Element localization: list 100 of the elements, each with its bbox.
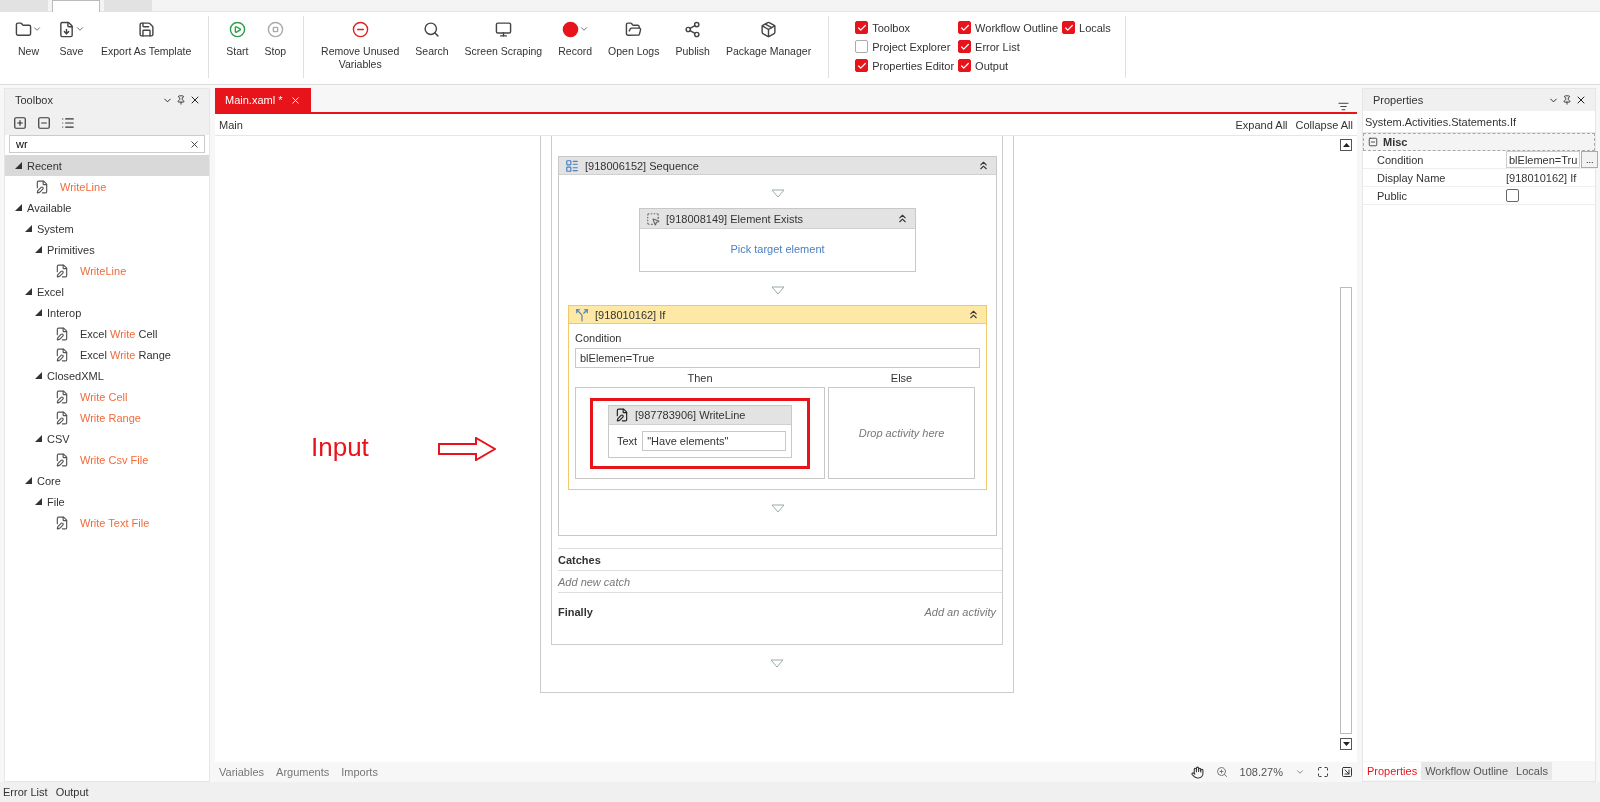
checkbox[interactable] [958, 40, 972, 53]
checkbox[interactable] [1506, 189, 1519, 202]
tree-category[interactable]: Interop [5, 302, 209, 323]
activity-card[interactable]: [918008149] Element Exists Pick target element [639, 208, 916, 272]
expand-triangle-icon[interactable] [35, 309, 42, 316]
expand-triangle-icon[interactable] [25, 225, 32, 232]
text-field[interactable]: "Have elements" [642, 430, 786, 451]
close-icon[interactable] [189, 94, 201, 106]
designer-bottom-tab[interactable]: Arguments [276, 766, 330, 778]
panel-checkbox[interactable]: Project Explorer [855, 37, 955, 56]
ribbon-button[interactable]: Package Manager [718, 16, 819, 62]
collapse-icon[interactable] [977, 159, 990, 172]
panel-checkbox[interactable]: Locals [1062, 18, 1111, 37]
expand-triangle-icon[interactable] [35, 435, 42, 442]
tree-category[interactable]: Excel [5, 281, 209, 302]
condition-field[interactable]: blElemen=True [575, 348, 980, 368]
expand-triangle-icon[interactable] [15, 204, 22, 211]
breadcrumb[interactable]: Main [219, 118, 1228, 131]
writeline-card[interactable]: [987783906] WriteLine Text "Have elements" [608, 404, 792, 458]
tree-activity[interactable]: Excel Write Range [5, 344, 209, 365]
download-icon [58, 20, 75, 38]
zoom-level[interactable]: 108.27% [1239, 766, 1283, 778]
ribbon-button[interactable]: Export As Template [94, 16, 199, 62]
panel-checkbox[interactable]: Properties Editor [855, 56, 955, 75]
tree-activity[interactable]: Excel Write Cell [5, 323, 209, 344]
tree-category[interactable]: ClosedXML [5, 365, 209, 386]
if-card[interactable]: [918010162] If Condition blElemen=True Then Else [987783906] WriteLine Text "Have elements" Drop activity here [568, 305, 987, 490]
pin-icon[interactable] [1562, 95, 1572, 105]
collapse-icon[interactable] [896, 212, 909, 225]
panel-checkbox[interactable]: Error List [958, 37, 1058, 56]
tree-category[interactable]: File [5, 491, 209, 512]
ribbon-button[interactable]: Publish [668, 16, 717, 62]
designer-bottom-tab[interactable]: Variables [219, 766, 265, 778]
expand-triangle-icon[interactable] [35, 246, 42, 253]
panel-checkbox[interactable]: Toolbox [855, 18, 955, 37]
ribbon-button[interactable]: Save [51, 16, 92, 62]
expand-triangle-icon[interactable] [25, 288, 32, 295]
tree-category[interactable]: Primitives [5, 239, 209, 260]
panel-tab[interactable]: Workflow Outline [1421, 762, 1513, 780]
ribbon-button[interactable]: Start [219, 16, 256, 62]
hand-icon[interactable] [1190, 765, 1204, 779]
panel-checkbox[interactable]: Workflow Outline [958, 18, 1058, 37]
expand-triangle-icon[interactable] [25, 477, 32, 484]
status-tab[interactable]: Error List [3, 786, 48, 798]
add-catch-link[interactable]: Add new catch [558, 575, 631, 588]
ellipsis-button[interactable]: ... [1581, 151, 1599, 168]
expand-all-icon[interactable] [13, 116, 27, 130]
scroll-down-button[interactable] [1340, 738, 1352, 750]
activity-title: [987783906] WriteLine [635, 408, 746, 421]
ribbon-button[interactable]: Remove Unused Variables [314, 16, 407, 75]
designer-bottom-tab[interactable]: Imports [341, 766, 378, 778]
checkbox[interactable] [855, 40, 869, 53]
ribbon-button[interactable]: Record [551, 16, 600, 62]
property-name: Public [1376, 189, 1408, 202]
collapse-icon[interactable] [967, 308, 980, 321]
property-category[interactable]: Misc [1363, 133, 1595, 151]
category-label: Misc [1383, 136, 1408, 148]
zoom-icon[interactable] [1215, 766, 1228, 778]
tree-category[interactable]: System [5, 218, 209, 239]
pick-target-link[interactable]: Pick target element [730, 243, 825, 255]
ribbon-button[interactable]: Screen Scraping [457, 16, 550, 62]
add-activity-link[interactable]: Add an activity [924, 605, 996, 618]
close-icon[interactable] [1575, 94, 1587, 106]
checkbox[interactable] [958, 59, 972, 72]
collapse-all-icon[interactable] [37, 116, 51, 130]
property-value[interactable]: [918010162] If [1506, 171, 1577, 184]
tree-category[interactable]: Available [5, 197, 209, 218]
save-icon [137, 20, 155, 38]
tree-category[interactable]: Recent [5, 155, 209, 176]
collapse-all-link[interactable]: Collapse All [1295, 118, 1353, 131]
tree-category[interactable]: CSV [5, 428, 209, 449]
ribbon-button[interactable]: Open Logs [601, 16, 667, 62]
else-drop-zone[interactable]: Drop activity here [828, 387, 975, 479]
property-field[interactable]: blElemen=Tru [1506, 151, 1581, 168]
pin-icon[interactable] [176, 95, 186, 105]
fit-screen-icon[interactable] [1317, 766, 1329, 778]
checkbox-label: Properties Editor [872, 59, 955, 72]
panel-tab[interactable]: Properties [1363, 762, 1422, 780]
checkbox[interactable] [1062, 21, 1075, 34]
sequence-card[interactable]: [918006152] Sequence [918008149] Element Exists Pick target element [918010162] If Condition blElemen=True Then Else [987783906] WriteLine Text "Have elements" Drop activity here [558, 156, 997, 536]
overview-icon[interactable] [1341, 766, 1353, 778]
list-icon[interactable] [61, 116, 75, 130]
checkbox[interactable] [855, 59, 869, 72]
expand-triangle-icon[interactable] [15, 162, 22, 169]
document-tab[interactable]: Main.xaml * [215, 88, 312, 112]
panel-checkbox[interactable]: Output [958, 56, 1058, 75]
checkbox[interactable] [855, 21, 869, 34]
ribbon-button[interactable]: New [8, 16, 49, 62]
scroll-up-button[interactable] [1340, 139, 1352, 151]
expand-triangle-icon[interactable] [35, 498, 42, 505]
expand-all-link[interactable]: Expand All [1235, 118, 1288, 131]
status-tab[interactable]: Output [55, 786, 89, 798]
filter-icon[interactable] [1338, 101, 1349, 112]
panel-tab[interactable]: Locals [1512, 762, 1552, 780]
expand-triangle-icon[interactable] [35, 372, 42, 379]
clear-icon[interactable] [189, 138, 200, 150]
ribbon-button[interactable]: Search [408, 16, 456, 62]
search-box[interactable]: wr [9, 135, 205, 153]
tree-category[interactable]: Core [5, 470, 209, 491]
checkbox[interactable] [958, 21, 972, 34]
